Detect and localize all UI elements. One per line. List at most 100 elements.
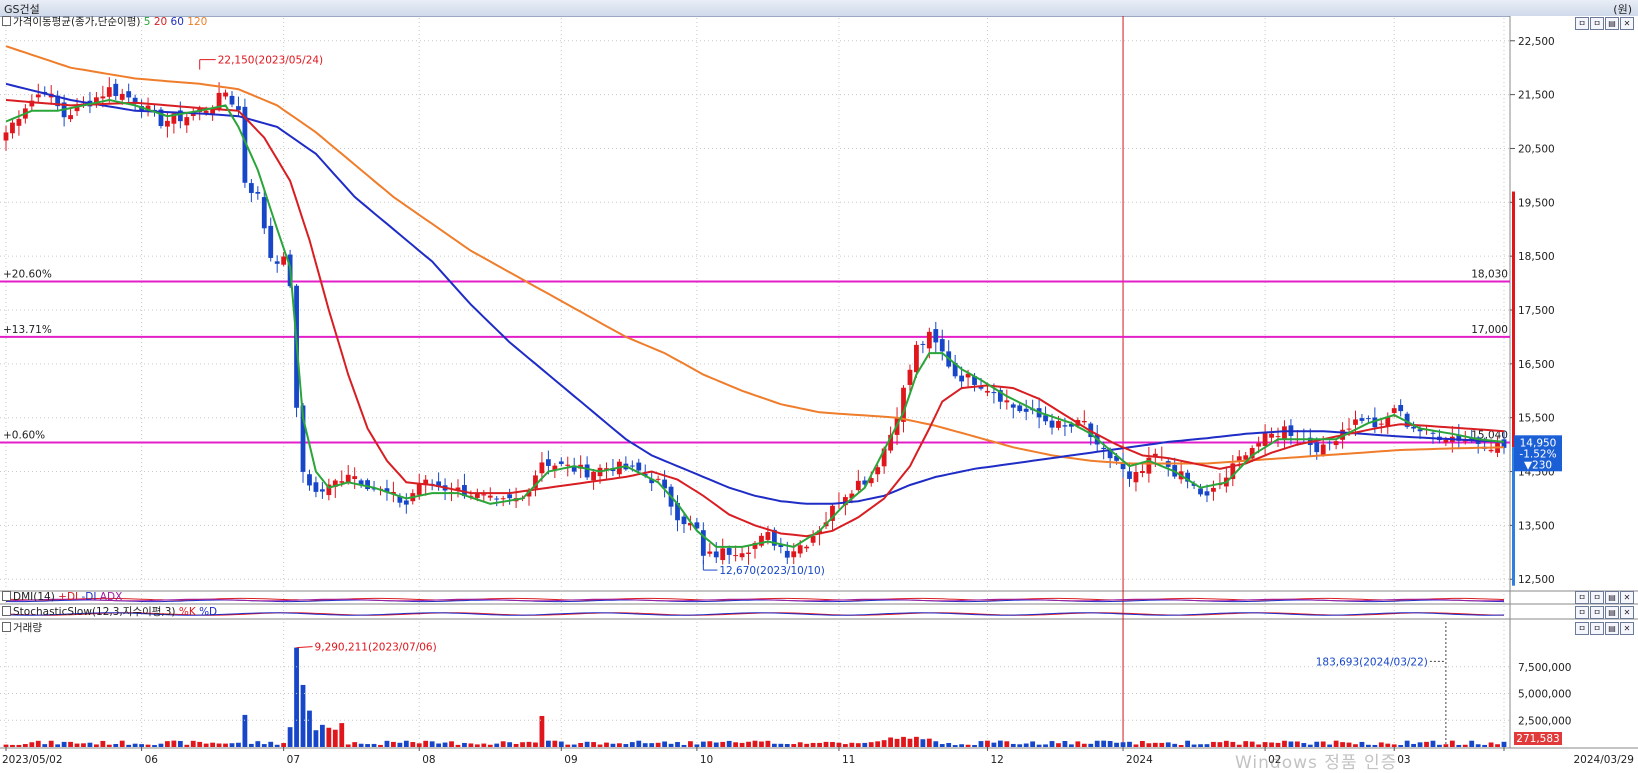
dmi-minus-label: -DI (81, 591, 97, 603)
candle (765, 532, 771, 540)
volume-bar (165, 741, 170, 747)
candle (875, 467, 881, 475)
volume-bar (746, 741, 751, 747)
close-icon[interactable]: ✕ (1620, 622, 1634, 635)
volume-bar (694, 744, 700, 747)
volume-bar (1094, 740, 1100, 747)
volume-label: 거래량 (13, 622, 42, 634)
minimize-icon[interactable]: ㅁ (1575, 17, 1589, 30)
candle (1043, 415, 1048, 422)
volume-bar (881, 740, 887, 747)
candle (255, 191, 261, 194)
maximize-icon[interactable]: ㅁ (1590, 622, 1604, 635)
candle (106, 87, 112, 97)
candle (636, 462, 642, 471)
reference-price-label: 18,030 (1471, 268, 1508, 280)
volume-bar (662, 741, 668, 747)
volume-bar (177, 740, 183, 747)
volume-bar (810, 742, 816, 747)
settings-icon[interactable]: ▤ (1605, 606, 1619, 619)
candle (1256, 443, 1262, 447)
volume-bar (752, 740, 758, 747)
volume-legend[interactable]: 거래량 (0, 622, 42, 635)
settings-icon[interactable]: ▤ (1605, 591, 1619, 604)
volume-bar (1501, 741, 1507, 747)
y-tick-label: 16,500 (1518, 359, 1555, 371)
volume-bar (739, 742, 745, 747)
candle (733, 555, 739, 557)
candle (1320, 444, 1326, 455)
candle (907, 369, 913, 385)
volume-bar (597, 744, 603, 747)
volume-high-marker (296, 646, 313, 649)
candle (1010, 404, 1016, 408)
volume-bar (197, 741, 203, 747)
volume-bar (1088, 743, 1094, 747)
close-icon[interactable]: ✕ (1620, 591, 1634, 604)
volume-bar (591, 742, 596, 747)
candle (1081, 420, 1087, 423)
volume-bar (294, 647, 299, 747)
candle (113, 83, 119, 96)
volume-bar (1378, 742, 1384, 747)
maximize-icon[interactable]: ㅁ (1590, 591, 1604, 604)
reference-pct-label: +20.60% (3, 268, 52, 280)
volume-bar (332, 729, 338, 747)
settings-icon[interactable]: ▤ (1605, 17, 1619, 30)
candle (35, 94, 41, 98)
volume-bar (791, 744, 797, 747)
candle (1204, 491, 1210, 496)
minimize-icon[interactable]: ㅁ (1575, 622, 1589, 635)
volume-bar (545, 740, 551, 747)
candle (959, 375, 965, 382)
volume-bar (261, 744, 267, 747)
volume-bar (1417, 742, 1423, 747)
close-icon[interactable]: ✕ (1620, 606, 1634, 619)
maximize-icon[interactable]: ㅁ (1590, 606, 1604, 619)
close-icon[interactable]: ✕ (1620, 17, 1634, 30)
settings-icon[interactable]: ▤ (1605, 622, 1619, 635)
volume-bar (1017, 744, 1023, 747)
maximize-icon[interactable]: ㅁ (1590, 17, 1604, 30)
volume-bar (474, 744, 480, 747)
dmi-panel-controls[interactable]: ㅁ ㅁ ▤ ✕ (1575, 591, 1634, 604)
volume-bar (55, 744, 61, 747)
volume-bar (1152, 742, 1158, 747)
volume-bar (1178, 744, 1184, 747)
volume-bar (507, 742, 513, 747)
candle (1023, 408, 1029, 412)
volume-bar (274, 744, 280, 747)
candle (939, 339, 945, 352)
volume-bar (565, 744, 571, 747)
price-chart[interactable]: 12,50013,50014,50015,50016,50017,50018,5… (0, 0, 1638, 771)
stoch-legend[interactable]: StochasticSlow(12,3,지수이평,3) %K %D (0, 606, 217, 619)
ma60-label: 60 (170, 16, 184, 28)
volume-bar (210, 742, 216, 747)
minimize-icon[interactable]: ㅁ (1575, 606, 1589, 619)
volume-bar (16, 744, 22, 747)
candle (68, 115, 73, 120)
volume-bar (158, 743, 164, 747)
stoch-panel-controls[interactable]: ㅁ ㅁ ▤ ✕ (1575, 606, 1634, 619)
x-tick-label: 08 (422, 754, 435, 766)
candle (726, 548, 732, 555)
volume-bar (1398, 745, 1404, 747)
dmi-legend[interactable]: DMI(14) +DI -DI ADX (0, 591, 122, 604)
candle (1378, 423, 1384, 425)
candle (126, 91, 132, 98)
candle (933, 329, 939, 343)
ma5-label: 5 (143, 16, 151, 28)
volume-bar (584, 741, 590, 747)
candle (236, 106, 241, 111)
volume-panel-controls[interactable]: ㅁ ㅁ ▤ ✕ (1575, 622, 1634, 635)
minimize-icon[interactable]: ㅁ (1575, 591, 1589, 604)
volume-bar (1101, 740, 1107, 747)
panel-icon (2, 591, 11, 601)
candle (500, 498, 506, 500)
ma-legend[interactable]: 가격이동평균(종가,단순이평) 5 20 60 120 (0, 16, 207, 29)
y-tick-label: 12,500 (1518, 574, 1555, 586)
y-axis-panel (1510, 16, 1638, 771)
volume-tick-label: 5,000,000 (1518, 689, 1571, 701)
candle (507, 494, 513, 499)
main-panel-controls[interactable]: ㅁ ㅁ ▤ ✕ (1575, 17, 1634, 30)
